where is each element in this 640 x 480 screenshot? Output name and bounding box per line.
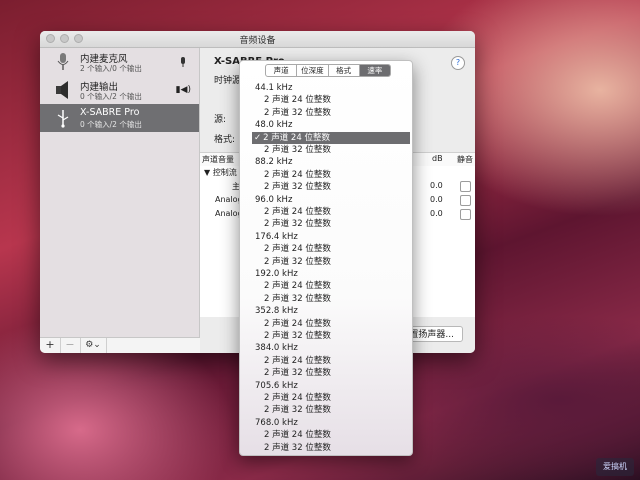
rate-header: 352.8 kHz bbox=[255, 306, 298, 317]
add-device-button[interactable]: + bbox=[40, 338, 61, 353]
device-io: 2 个输入/0 个输出 bbox=[80, 64, 142, 73]
format-menu-item[interactable]: 2 声道 24 位整数 bbox=[262, 206, 410, 218]
format-menu-item[interactable]: 2 声道 24 位整数 bbox=[262, 169, 410, 181]
titlebar[interactable]: 音频设备 bbox=[40, 31, 475, 48]
group-label: ▼ 控制流 bbox=[204, 168, 237, 177]
speaker-icon bbox=[56, 81, 68, 99]
rate-header: 705.6 kHz bbox=[255, 380, 298, 391]
tab-bit-depth[interactable]: 位深度 bbox=[297, 65, 329, 76]
rate-header: 384.0 kHz bbox=[255, 343, 298, 354]
mute-checkbox[interactable] bbox=[460, 209, 471, 220]
format-label: 2 声道 24 位整数 bbox=[264, 430, 331, 441]
rate-header: 768.0 kHz bbox=[255, 417, 298, 428]
column-channel-volume: 声道音量 bbox=[202, 155, 234, 164]
format-menu-item[interactable]: 2 声道 24 位整数 bbox=[262, 280, 410, 292]
source-label: 源: bbox=[214, 115, 227, 125]
format-menu-item[interactable]: 2 声道 32 位整数 bbox=[262, 256, 410, 268]
default-output-icon: ▮◀) bbox=[175, 85, 191, 95]
help-button[interactable]: ? bbox=[451, 56, 465, 70]
device-io: 0 个输入/2 个输出 bbox=[80, 92, 142, 101]
column-db: dB bbox=[432, 154, 443, 163]
format-label: 格式: bbox=[214, 135, 236, 145]
rate-header: 96.0 kHz bbox=[255, 194, 293, 205]
sidebar-toolbar: + − ⚙︎⌄ bbox=[40, 337, 201, 353]
rate-header: 176.4 kHz bbox=[255, 231, 298, 242]
device-io: 0 个输入/2 个输出 bbox=[80, 120, 142, 129]
mute-checkbox[interactable] bbox=[460, 195, 471, 206]
format-label: 2 声道 24 位整数 bbox=[264, 281, 331, 292]
format-dropdown-menu: 声道 位深度 格式 速率 44.1 kHz 2 声道 24 位整数 2 声道 32 … bbox=[239, 60, 413, 456]
checkmark-icon: ✓ bbox=[254, 132, 262, 143]
format-label: 2 声道 24 位整数 bbox=[264, 244, 331, 255]
format-label: 2 声道 24 位整数 bbox=[264, 207, 331, 217]
tab-channels[interactable]: 声道 bbox=[266, 65, 298, 76]
row-db: 0.0 bbox=[430, 195, 443, 204]
device-name: X-SABRE Pro bbox=[80, 107, 140, 118]
format-label: 2 声道 24 位整数 bbox=[264, 169, 331, 180]
device-item-output[interactable]: 内建输出 0 个输入/2 个输出 ▮◀) bbox=[40, 76, 199, 104]
device-item-x-sabre[interactable]: X-SABRE Pro 0 个输入/2 个输出 bbox=[40, 104, 199, 132]
format-menu-item[interactable]: 2 声道 24 位整数 bbox=[262, 392, 410, 404]
device-item-mic[interactable]: 内建麦克风 2 个输入/0 个输出 bbox=[40, 48, 199, 76]
format-label: 2 声道 24 位整数 bbox=[264, 393, 331, 403]
row-db: 0.0 bbox=[430, 209, 443, 218]
input-mic-icon bbox=[181, 57, 185, 67]
format-label: 2 声道 24 位整数 bbox=[263, 132, 330, 143]
row-db: 0.0 bbox=[430, 181, 443, 190]
mute-checkbox[interactable] bbox=[460, 181, 471, 192]
format-label: 2 声道 32 位整数 bbox=[264, 256, 331, 267]
format-menu-item[interactable]: 2 声道 32 位整数 bbox=[262, 218, 410, 230]
format-menu-item[interactable]: 2 声道 32 位整数 bbox=[262, 367, 410, 379]
format-menu-item[interactable]: 2 声道 32 位整数 bbox=[262, 404, 410, 416]
format-label: 2 声道 24 位整数 bbox=[264, 95, 331, 106]
format-menu-item[interactable]: 2 声道 24 位整数 bbox=[262, 355, 410, 367]
remove-device-button[interactable]: − bbox=[60, 338, 81, 353]
format-label: 2 声道 32 位整数 bbox=[264, 107, 331, 118]
clock-source-label: 时钟源 bbox=[214, 76, 242, 86]
rate-header: 88.2 kHz bbox=[255, 157, 293, 168]
rate-header: 48.0 kHz bbox=[255, 120, 293, 131]
window-title: 音频设备 bbox=[239, 36, 276, 46]
format-label: 2 声道 32 位整数 bbox=[264, 368, 331, 379]
format-menu-item[interactable]: 2 声道 24 位整数 bbox=[262, 318, 410, 330]
microphone-icon bbox=[57, 53, 69, 70]
format-menu-item[interactable]: 2 声道 24 位整数 bbox=[262, 429, 410, 441]
format-menu-item[interactable]: 2 声道 32 位整数 bbox=[262, 144, 410, 156]
tab-rate[interactable]: 速率 bbox=[359, 65, 390, 76]
rate-header: 192.0 kHz bbox=[255, 269, 298, 279]
format-menu-item[interactable]: 2 声道 32 位整数 bbox=[262, 442, 410, 454]
format-label: 2 声道 24 位整数 bbox=[264, 355, 331, 366]
format-menu-item[interactable]: 2 声道 32 位整数 bbox=[262, 293, 410, 305]
format-menu-item[interactable]: 2 声道 24 位整数 bbox=[262, 243, 410, 255]
format-label: 2 声道 32 位整数 bbox=[264, 405, 331, 416]
format-menu-item[interactable]: 2 声道 32 位整数 bbox=[262, 330, 410, 342]
usb-icon bbox=[57, 110, 69, 128]
gear-menu-button[interactable]: ⚙︎⌄ bbox=[80, 338, 107, 353]
column-mute: 静音 bbox=[457, 155, 473, 164]
device-list: 内建麦克风 2 个输入/0 个输出 内建输出 0 个输入/2 个输出 ▮◀) X… bbox=[40, 48, 200, 337]
sort-segmented-control: 声道 位深度 格式 速率 bbox=[265, 64, 391, 77]
format-menu-item[interactable]: 2 声道 32 位整数 bbox=[262, 107, 410, 119]
tab-format[interactable]: 格式 bbox=[329, 65, 360, 76]
rate-header: 44.1 kHz bbox=[255, 83, 293, 93]
watermark-logo: 爱搞机 bbox=[596, 458, 634, 476]
format-label: 2 声道 32 位整数 bbox=[264, 182, 331, 193]
format-label: 2 声道 32 位整数 bbox=[264, 219, 331, 230]
format-label: 2 声道 32 位整数 bbox=[264, 331, 331, 341]
format-menu-item[interactable]: 2 声道 32 位整数 bbox=[262, 181, 410, 193]
format-menu-item[interactable]: 2 声道 24 位整数 bbox=[262, 94, 410, 106]
format-menu-item[interactable]: ✓ 2 声道 24 位整数 bbox=[252, 131, 410, 144]
format-label: 2 声道 32 位整数 bbox=[264, 145, 331, 155]
format-label: 2 声道 24 位整数 bbox=[264, 318, 331, 329]
format-label: 2 声道 32 位整数 bbox=[264, 293, 331, 304]
format-label: 2 声道 32 位整数 bbox=[264, 442, 331, 453]
